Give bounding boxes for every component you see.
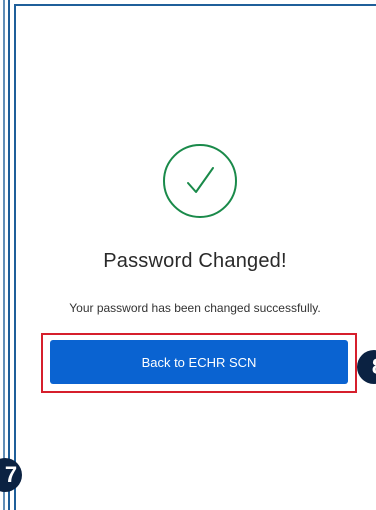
step-marker-7-label: 7 — [4, 462, 18, 487]
back-to-echr-scn-button[interactable]: Back to ECHR SCN — [50, 340, 348, 384]
step-marker-8-label: 8 — [372, 354, 376, 379]
check-circle-icon — [163, 144, 237, 218]
dialog-title: Password Changed! — [103, 250, 287, 272]
screenshot-canvas: Password Changed! Your password has been… — [0, 0, 376, 510]
success-message: Your password has been changed successfu… — [69, 301, 321, 315]
adjacent-panel-edge — [0, 0, 10, 510]
